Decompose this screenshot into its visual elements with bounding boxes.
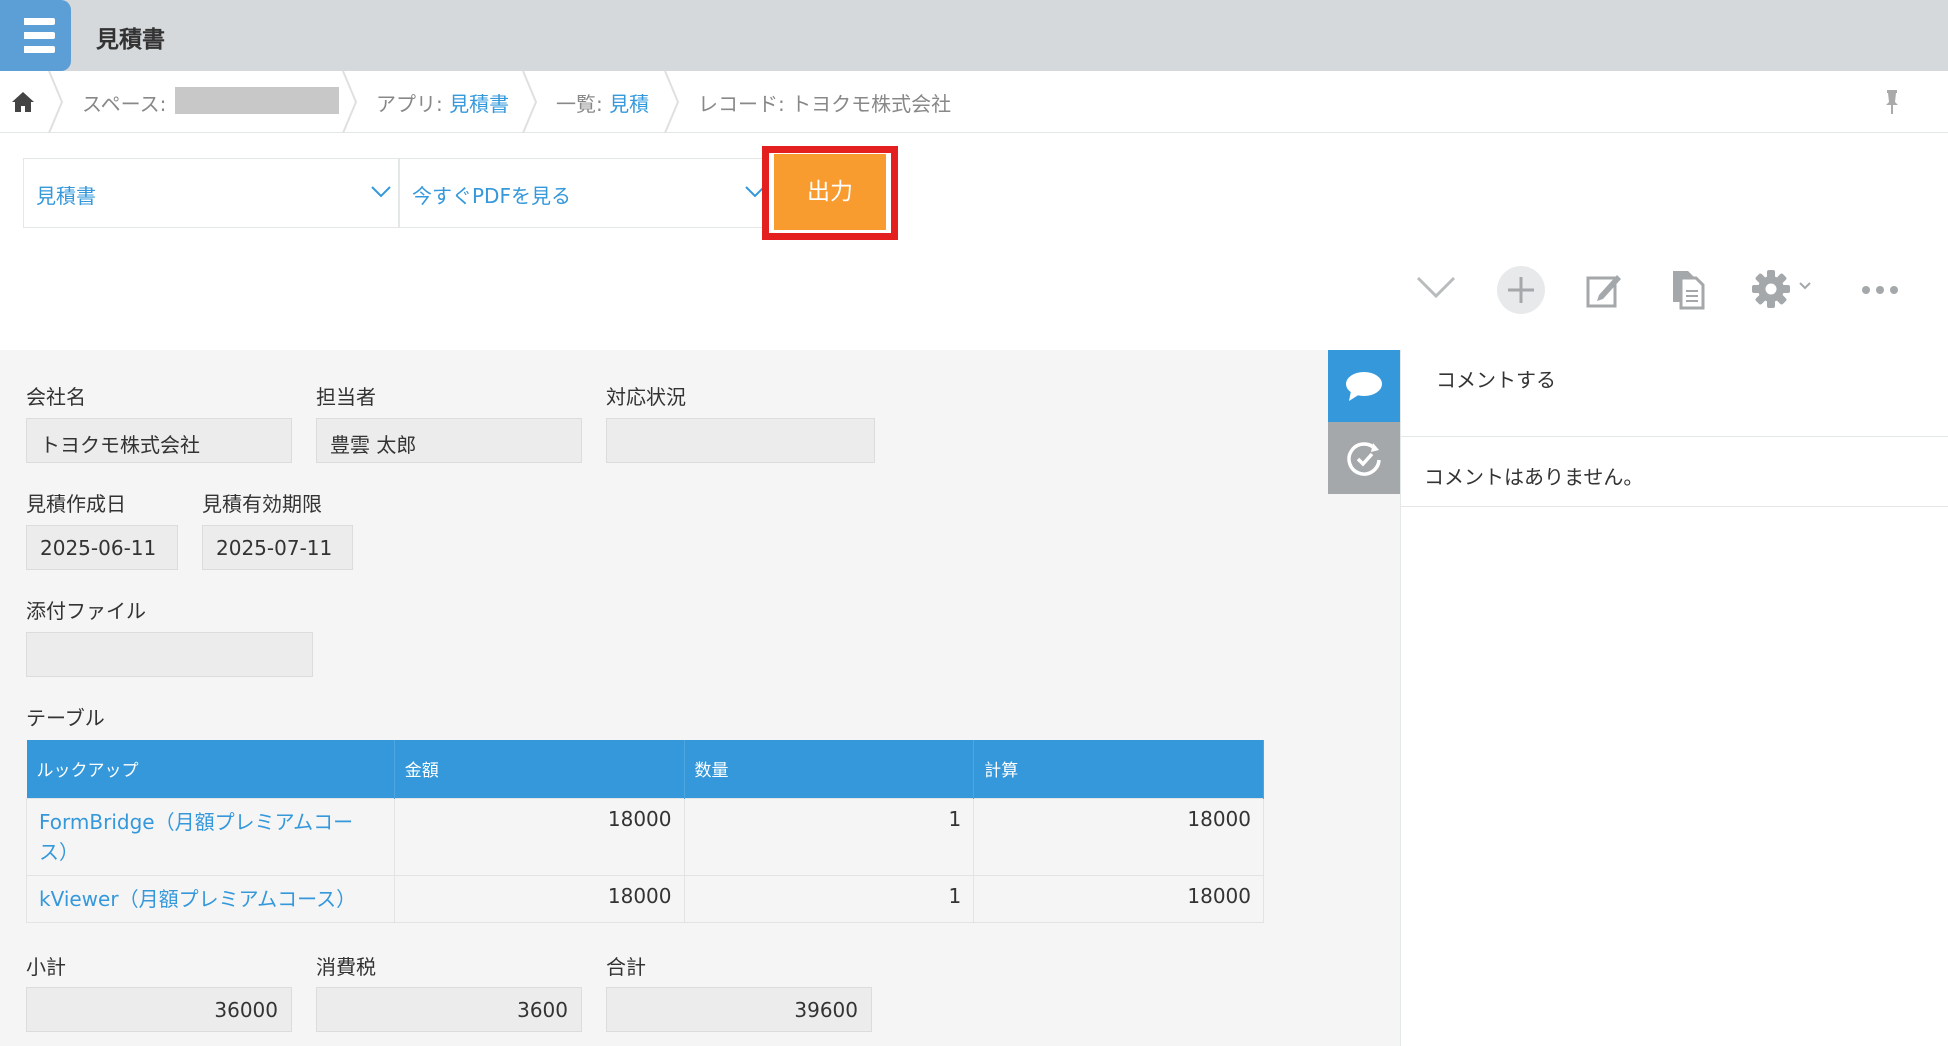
breadcrumb-app-label: アプリ: [376, 92, 443, 116]
template-select[interactable]: 見積書 [23, 158, 399, 228]
space-name-redacted [175, 87, 339, 114]
column-header-quantity: 数量 [684, 740, 975, 798]
more-options-icon[interactable] [1860, 280, 1900, 300]
attachment-field [26, 632, 313, 677]
comments-tab[interactable] [1328, 350, 1400, 422]
app-title: 見積書 [96, 27, 165, 53]
comment-panel: コメントする コメントはありません。 [1400, 350, 1948, 1046]
gear-icon[interactable] [1750, 268, 1792, 310]
edit-icon[interactable] [1584, 270, 1624, 310]
pin-icon[interactable] [1882, 88, 1902, 116]
calc-cell: 18000 [973, 797, 1264, 876]
app-header: 見積書 [0, 0, 1948, 71]
attachment-label: 添付ファイル [26, 599, 146, 623]
comment-input-area[interactable]: コメントする [1401, 350, 1948, 437]
breadcrumb-space-label: スペース: [82, 92, 167, 116]
expires-date-field: 2025-07-11 [202, 525, 353, 570]
table-row: FormBridge（月額プレミアムコース） 18000 1 18000 [26, 797, 1264, 876]
table-header-row: ルックアップ 金額 数量 計算 [26, 740, 1264, 798]
total-label: 合計 [606, 955, 646, 979]
app-list-icon[interactable] [0, 0, 71, 71]
breadcrumb-app-link[interactable]: 見積書 [449, 92, 509, 116]
action-select-value: 今すぐPDFを見る [412, 184, 571, 208]
comment-input[interactable]: コメントする [1436, 364, 1556, 393]
status-field [606, 418, 875, 463]
comment-bubble-icon [1346, 372, 1382, 401]
table-label: テーブル [26, 706, 105, 730]
chevron-down-icon[interactable] [1415, 272, 1457, 302]
add-record-icon[interactable] [1496, 265, 1546, 315]
amount-cell: 18000 [393, 797, 685, 876]
home-icon[interactable] [10, 89, 36, 115]
breadcrumb-list[interactable]: 一覧: 見積 [556, 88, 649, 117]
person-field: 豊雲 太郎 [316, 418, 582, 463]
action-select[interactable]: 今すぐPDFを見る [399, 158, 769, 228]
no-comments-text: コメントはありません。 [1424, 465, 1644, 489]
quantity-cell: 1 [683, 797, 975, 876]
breadcrumb-space[interactable]: スペース: [82, 88, 166, 117]
lookup-link[interactable]: FormBridge（月額プレミアムコース） [26, 797, 395, 876]
table-row: kViewer（月額プレミアムコース） 18000 1 18000 [26, 874, 1264, 923]
column-header-lookup: ルックアップ [26, 740, 395, 798]
line-items-table: ルックアップ 金額 数量 計算 FormBridge（月額プレミアムコース） 1… [26, 740, 1264, 923]
chevron-down-icon[interactable] [1798, 281, 1812, 291]
expires-date-label: 見積有効期限 [202, 492, 322, 516]
total-field: 39600 [606, 987, 872, 1032]
person-label: 担当者 [316, 385, 376, 409]
history-icon [1347, 442, 1381, 476]
calc-cell: 18000 [973, 874, 1264, 923]
history-tab[interactable] [1328, 422, 1400, 494]
copy-record-icon[interactable] [1670, 268, 1706, 310]
column-header-calc: 計算 [973, 740, 1264, 798]
comment-divider [1401, 506, 1948, 507]
chevron-down-icon [371, 186, 391, 198]
output-button[interactable]: 出力 [774, 154, 886, 230]
breadcrumb-app[interactable]: アプリ: 見積書 [376, 88, 509, 117]
tax-field: 3600 [316, 987, 582, 1032]
lookup-link[interactable]: kViewer（月額プレミアムコース） [26, 874, 395, 923]
quantity-cell: 1 [683, 874, 975, 923]
breadcrumb-record-label: レコード: [698, 92, 785, 116]
company-label: 会社名 [26, 385, 86, 409]
status-label: 対応状況 [606, 385, 686, 409]
subtotal-label: 小計 [26, 955, 66, 979]
tax-label: 消費税 [316, 955, 376, 979]
company-field: トヨクモ株式会社 [26, 418, 292, 463]
breadcrumb-list-label: 一覧: [556, 92, 603, 116]
created-date-field: 2025-06-11 [26, 525, 178, 570]
breadcrumb-record: レコード: トヨクモ株式会社 [698, 88, 951, 117]
created-date-label: 見積作成日 [26, 492, 126, 516]
breadcrumb-list-link[interactable]: 見積 [609, 92, 649, 116]
amount-cell: 18000 [393, 874, 685, 923]
breadcrumb-record-value: トヨクモ株式会社 [791, 92, 952, 116]
column-header-amount: 金額 [394, 740, 685, 798]
subtotal-field: 36000 [26, 987, 292, 1032]
template-select-value: 見積書 [36, 184, 96, 208]
